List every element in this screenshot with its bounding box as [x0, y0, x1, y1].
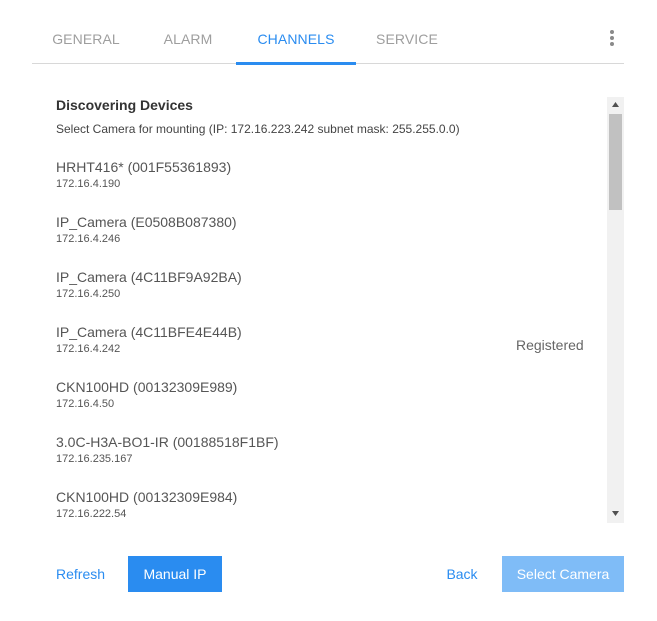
device-ip: 172.16.4.50	[56, 398, 115, 410]
scroll-thumb[interactable]	[609, 114, 622, 210]
more-vertical-icon[interactable]	[606, 30, 618, 50]
refresh-button[interactable]: Refresh	[56, 556, 112, 592]
discovery-header: Discovering Devices Select Camera for mo…	[56, 96, 604, 137]
tab-service[interactable]: SERVICE	[356, 0, 458, 64]
device-ip: 172.16.4.190	[56, 178, 121, 190]
device-ip: 172.16.222.54	[56, 508, 127, 520]
device-name: HRHT416* (001F55361893)	[56, 159, 232, 175]
device-ip: 172.16.4.242	[56, 343, 121, 355]
back-button[interactable]: Back	[440, 556, 484, 592]
device-name: IP_Camera (4C11BF9A92BA)	[56, 269, 242, 285]
device-list-scrollbar[interactable]	[607, 97, 624, 523]
active-tab-indicator	[236, 62, 356, 65]
page-subtitle: Select Camera for mounting (IP: 172.16.2…	[56, 122, 460, 136]
device-name: CKN100HD (00132309E984)	[56, 489, 238, 505]
device-item[interactable]: IP_Camera (4C11BF9A92BA) 172.16.4.250	[56, 268, 596, 323]
device-name: CKN100HD (00132309E989)	[56, 379, 238, 395]
device-item[interactable]: 3.0C-H3A-BO1-IR (00188518F1BF) 172.16.23…	[56, 433, 596, 488]
device-item[interactable]: CKN100HD (00132309E989) 172.16.4.50	[56, 378, 596, 433]
device-item[interactable]: IP_Camera (4C11BFE4E44B) 172.16.4.242 Re…	[56, 323, 596, 378]
device-ip: 172.16.235.167	[56, 453, 133, 465]
page-title: Discovering Devices	[56, 97, 193, 113]
device-name: 3.0C-H3A-BO1-IR (00188518F1BF)	[56, 434, 279, 450]
device-name: IP_Camera (E0508B087380)	[56, 214, 237, 230]
manual-ip-button[interactable]: Manual IP	[128, 556, 222, 592]
select-camera-button[interactable]: Select Camera	[502, 556, 624, 592]
tab-alarm[interactable]: ALARM	[140, 0, 236, 64]
device-ip: 172.16.4.250	[56, 288, 121, 300]
tab-bar: GENERAL ALARM CHANNELS SERVICE	[32, 0, 624, 65]
device-item[interactable]: HRHT416* (001F55361893) 172.16.4.190	[56, 158, 596, 213]
tab-general[interactable]: GENERAL	[32, 0, 140, 64]
device-item[interactable]: IP_Camera (E0508B087380) 172.16.4.246	[56, 213, 596, 268]
device-name: IP_Camera (4C11BFE4E44B)	[56, 324, 242, 340]
tab-channels[interactable]: CHANNELS	[236, 0, 356, 64]
scroll-up-arrow-icon[interactable]	[607, 97, 624, 114]
device-ip: 172.16.4.246	[56, 233, 121, 245]
device-item[interactable]: CKN100HD (00132309E984) 172.16.222.54	[56, 488, 596, 524]
scroll-down-arrow-icon[interactable]	[607, 506, 624, 523]
device-list: HRHT416* (001F55361893) 172.16.4.190 IP_…	[56, 158, 596, 524]
device-status-registered: Registered	[516, 337, 584, 353]
